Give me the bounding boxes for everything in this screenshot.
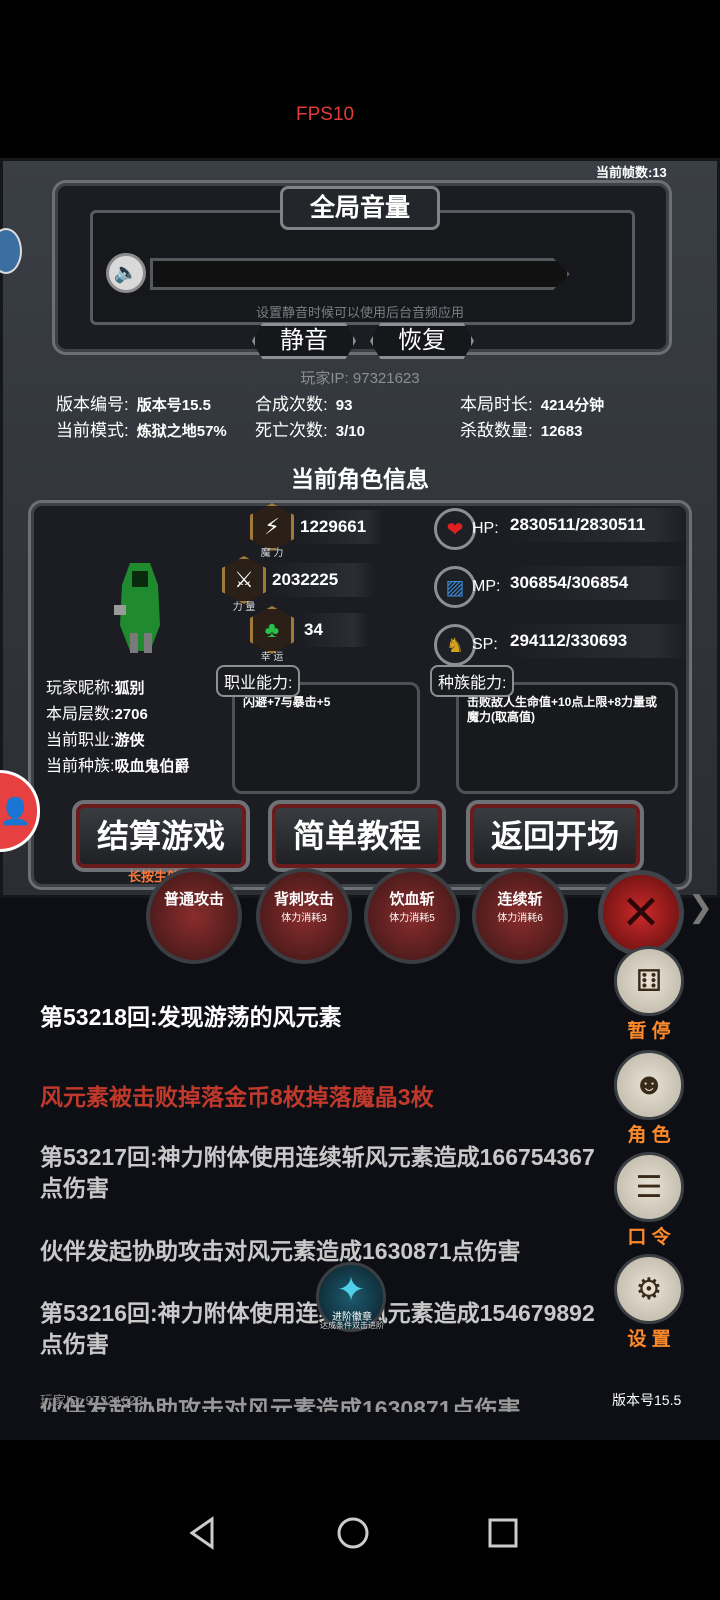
hp-label: HP: [472, 520, 499, 537]
dice-icon: ⚅ [614, 946, 684, 1016]
mode-stat: 当前模式: 炼狱之地57% [56, 421, 227, 440]
mp-value: 306854/306854 [504, 566, 690, 600]
star-icon: ✦ [336, 1271, 366, 1309]
book-icon: ☰ [614, 1152, 684, 1222]
chevron-right-icon[interactable]: ❯ [688, 890, 713, 925]
back-nav-icon[interactable] [186, 1516, 220, 1550]
race-ability-box: 击败敌人生命值+10点上限+8力量或魔力(取高值) [456, 682, 678, 794]
magic-label: 魔 力 [260, 548, 284, 559]
advance-sub: 达成条件双击进阶 [320, 1321, 384, 1330]
player-ip: 玩家IP: 97321623 [300, 370, 420, 387]
character-avatar [114, 563, 160, 653]
settle-game-button[interactable]: 结算游戏 [72, 800, 250, 872]
mute-button[interactable]: 静音 [252, 323, 356, 359]
death-stat: 死亡次数: 3/10 [255, 421, 365, 440]
power-label: 力 量 [232, 602, 256, 613]
job-row: 当前职业:游侠 [46, 732, 145, 749]
footer-ip: 玩家IP: 97321623 [40, 1393, 144, 1408]
footer-version: 版本号15.5 [612, 1392, 682, 1408]
command-button[interactable]: ☰ 口 令 [614, 1152, 684, 1249]
volume-title: 全局音量 [280, 186, 440, 230]
sp-value: 294112/330693 [504, 624, 690, 658]
hood-icon: ☻ [614, 1050, 684, 1120]
power-value: 2032225 [266, 563, 376, 597]
skill-backstab[interactable]: 背刺攻击 体力消耗3 [256, 868, 352, 964]
log-line: 第53217回:神力附体使用连续斩风元素造成166754367点伤害 [40, 1144, 595, 1201]
floor-row: 本局层数:2706 [46, 706, 148, 723]
fps-counter: FPS10 [296, 104, 355, 125]
luck-value: 34 [298, 613, 368, 647]
character-button[interactable]: ☻ 角 色 [614, 1050, 684, 1147]
tutorial-button[interactable]: 简单教程 [268, 800, 446, 872]
volume-hint: 设置静音时候可以使用后台音频应用 [255, 305, 464, 320]
frame-count: 当前帧数:13 [596, 165, 667, 180]
recents-nav-icon[interactable] [486, 1516, 520, 1550]
job-ability-label: 职业能力: [216, 665, 301, 697]
race-ability-label: 种族能力: [430, 665, 515, 697]
hp-value: 2830511/2830511 [504, 508, 690, 542]
skill-blood-slash[interactable]: 饮血斩 体力消耗5 [364, 868, 460, 964]
restore-button[interactable]: 恢复 [370, 323, 474, 359]
nickname-row: 玩家昵称:狐别 [46, 680, 145, 697]
kill-stat: 杀敌数量: 12683 [460, 421, 583, 440]
volume-slider[interactable] [150, 258, 570, 290]
pause-button[interactable]: ⚅ 暂 停 [614, 946, 684, 1043]
sp-label: SP: [472, 636, 498, 653]
speaker-icon[interactable]: 🔈 [106, 253, 146, 293]
log-line: 伙伴发起协助攻击对风元素造成1630871点伤害 [40, 1238, 521, 1264]
time-stat: 本局时长: 4214分钟 [460, 395, 605, 414]
person-icon: 👤 [0, 795, 32, 826]
settings-button[interactable]: ⚙ 设 置 [614, 1254, 684, 1351]
log-line: 风元素被击败掉落金币8枚掉落魔晶3枚 [40, 1084, 434, 1110]
stamina-icon: ♞ [434, 624, 476, 666]
skill-combo-slash[interactable]: 连续斩 体力消耗6 [472, 868, 568, 964]
gear-icon: ⚙ [614, 1254, 684, 1324]
mana-icon: ▨ [434, 566, 476, 608]
character-title: 当前角色信息 [291, 466, 429, 492]
log-line: 第53218回:发现游荡的风元素 [40, 1004, 342, 1030]
version-stat: 版本编号: 版本号15.5 [56, 395, 211, 414]
race-row: 当前种族:吸血鬼伯爵 [46, 758, 190, 775]
synth-stat: 合成次数: 93 [255, 395, 353, 414]
home-nav-icon[interactable] [336, 1516, 370, 1550]
magic-value: 1229661 [294, 510, 384, 544]
mp-label: MP: [472, 578, 501, 595]
navigation-bar [0, 1440, 720, 1600]
heart-icon: ❤ [434, 508, 476, 550]
luck-label: 幸 运 [260, 652, 284, 663]
back-to-start-button[interactable]: 返回开场 [466, 800, 644, 872]
job-ability-box: 闪避+7与暴击+5 [232, 682, 420, 794]
skill-normal-attack[interactable]: 普通攻击 [146, 868, 242, 964]
close-icon[interactable]: ✕ [598, 870, 684, 956]
